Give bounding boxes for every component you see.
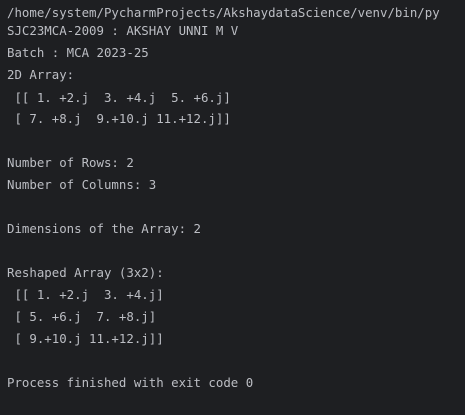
array-row-1: [[ 1. +2.j 3. +4.j 5. +6.j] <box>7 90 231 105</box>
rows-count-line: Number of Rows: 2 <box>7 155 134 170</box>
columns-count-line: Number of Columns: 3 <box>7 177 157 192</box>
process-exit-line: Process finished with exit code 0 <box>7 375 254 390</box>
student-id-line: SJC23MCA-2009 : AKSHAY UNNI M V <box>7 23 239 38</box>
run-console-output[interactable]: /home/system/PycharmProjects/AkshaydataS… <box>0 0 465 415</box>
reshaped-row-1: [[ 1. +2.j 3. +4.j] <box>7 287 164 302</box>
reshaped-heading: Reshaped Array (3x2): <box>7 265 164 280</box>
batch-line: Batch : MCA 2023-25 <box>7 45 149 60</box>
array-heading: 2D Array: <box>7 67 75 82</box>
reshaped-row-3: [ 9.+10.j 11.+12.j]] <box>7 331 164 346</box>
dimensions-line: Dimensions of the Array: 2 <box>7 221 201 236</box>
reshaped-row-2: [ 5. +6.j 7. +8.j] <box>7 309 157 324</box>
array-row-2: [ 7. +8.j 9.+10.j 11.+12.j]] <box>7 111 231 126</box>
